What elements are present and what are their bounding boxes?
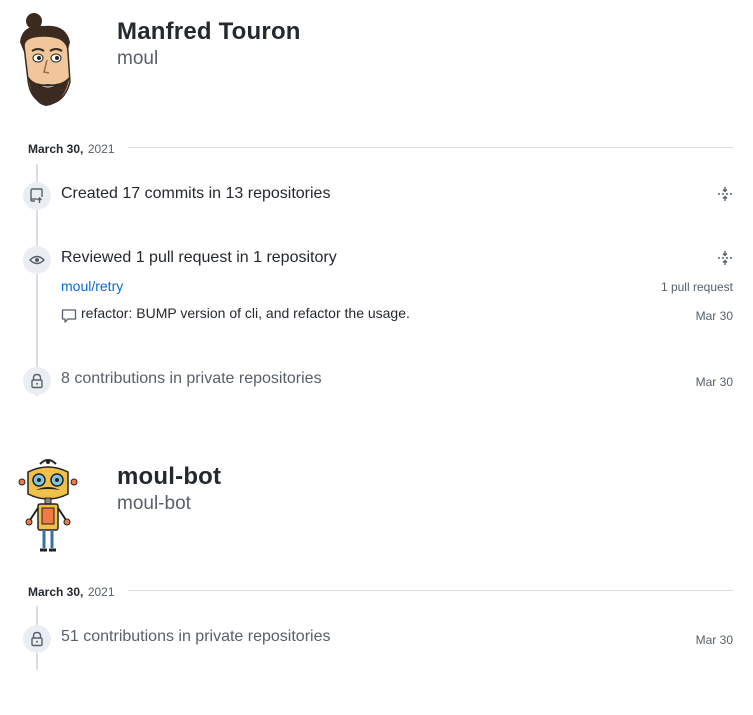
private-contributions-date: Mar 30 — [695, 375, 733, 389]
date-day: March 30, — [28, 585, 84, 599]
fold-icon[interactable] — [717, 250, 733, 266]
lock-badge — [23, 367, 51, 395]
pull-request-title[interactable]: refactor: BUMP version of cli, and refac… — [81, 305, 410, 321]
lock-icon — [31, 631, 43, 647]
date-label: March 30, 2021 — [28, 140, 115, 158]
private-contributions: 51 contributions in private repositories — [61, 628, 331, 645]
private-contributions-date: Mar 30 — [695, 633, 733, 647]
profile-name[interactable]: moul-bot — [117, 463, 221, 491]
lock-badge — [23, 625, 51, 653]
date-divider: March 30, 2021 — [28, 583, 733, 601]
date-label: March 30, 2021 — [28, 583, 115, 601]
profile-login: moul-bot — [117, 493, 191, 514]
profile-name[interactable]: Manfred Touron — [117, 18, 301, 46]
review-badge — [23, 246, 51, 274]
divider-line — [128, 590, 733, 591]
pull-request-date: Mar 30 — [695, 309, 733, 323]
date-day: March 30, — [28, 142, 84, 156]
eye-icon — [29, 255, 45, 265]
date-divider: March 30, 2021 — [28, 140, 733, 158]
reviews-summary: Reviewed 1 pull request in 1 repository — [61, 249, 337, 266]
commits-summary: Created 17 commits in 13 repositories — [61, 185, 331, 202]
date-year: 2021 — [87, 585, 115, 599]
fold-icon[interactable] — [717, 186, 733, 202]
divider-line — [128, 147, 733, 148]
pull-request-count[interactable]: 1 pull request — [661, 280, 733, 294]
date-year: 2021 — [87, 142, 115, 156]
lock-icon — [31, 373, 43, 389]
repo-link[interactable]: moul/retry — [61, 278, 123, 294]
comment-icon — [61, 309, 77, 323]
repo-push-icon — [30, 188, 43, 203]
avatar[interactable] — [16, 458, 80, 556]
avatar[interactable] — [14, 12, 78, 110]
private-contributions: 8 contributions in private repositories — [61, 370, 322, 387]
profile-login: moul — [117, 48, 159, 69]
commit-badge — [23, 182, 51, 210]
